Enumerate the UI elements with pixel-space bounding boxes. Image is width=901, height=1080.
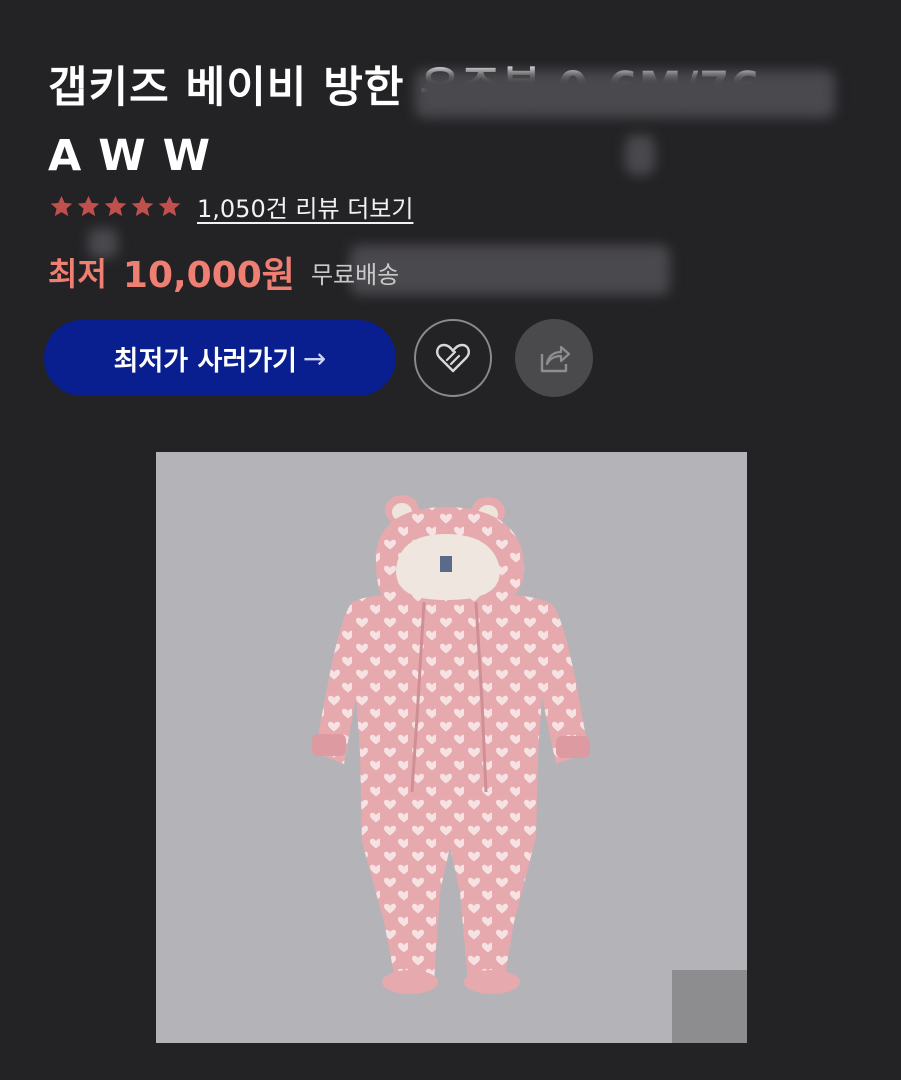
heart-icon bbox=[436, 343, 470, 373]
rating-row: 1,050건 리뷰 더보기 bbox=[48, 186, 413, 226]
baby-snowsuit-image bbox=[312, 495, 590, 994]
buy-button-label: 최저가 사러가기 bbox=[113, 345, 297, 377]
image-thumbnail-overlay[interactable] bbox=[672, 970, 747, 1043]
star-icon bbox=[131, 195, 154, 216]
star-icon bbox=[50, 195, 73, 216]
redaction-smudge bbox=[415, 70, 835, 118]
star-rating bbox=[48, 193, 183, 220]
star-icon bbox=[77, 195, 100, 216]
price-value: 10,000원 bbox=[122, 255, 295, 296]
share-button[interactable] bbox=[515, 319, 593, 397]
product-title-line-2: A W W bbox=[48, 131, 212, 181]
product-page: 갭키즈 베이비 방한 우주복 0-6M/76 A W W 1,050건 리뷰 더… bbox=[0, 0, 901, 1080]
redaction-smudge bbox=[625, 135, 655, 175]
shipping-info: 무료배송 bbox=[310, 260, 400, 289]
star-icon bbox=[158, 195, 181, 216]
buy-lowest-price-button[interactable]: 최저가 사러가기 → bbox=[44, 320, 396, 396]
like-button[interactable] bbox=[414, 319, 492, 397]
arrow-right-icon: → bbox=[302, 341, 327, 375]
share-icon bbox=[540, 345, 571, 373]
price-label: 최저 bbox=[48, 255, 107, 293]
review-link[interactable]: 1,050건 리뷰 더보기 bbox=[197, 189, 413, 224]
price-row: 최저 10,000원 무료배송 bbox=[48, 244, 399, 300]
star-icon bbox=[104, 195, 127, 216]
product-image[interactable] bbox=[156, 452, 747, 1043]
